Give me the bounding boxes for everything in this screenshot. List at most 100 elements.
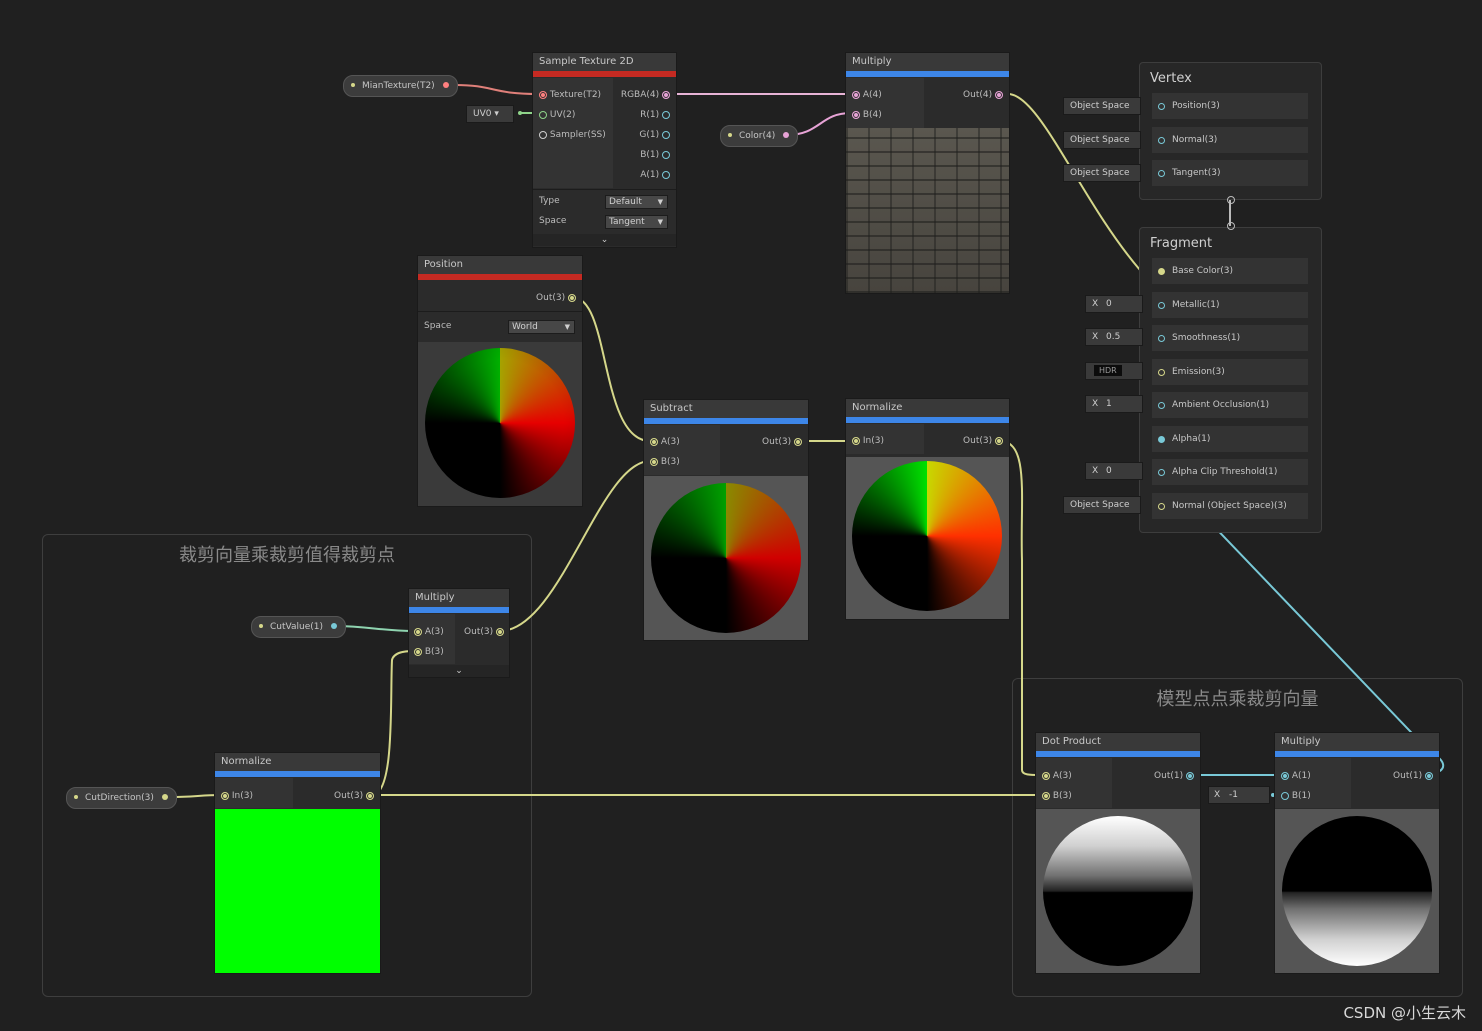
port-texture[interactable]: Texture(T2) — [539, 86, 601, 104]
node-multiply-top[interactable]: Multiply A(4) B(4) Out(4) — [845, 52, 1010, 294]
space-dropdown[interactable]: World ▼ — [508, 320, 575, 334]
vertex-position-block[interactable]: Position(3) — [1152, 93, 1308, 119]
node-title[interactable]: Subtract — [644, 400, 808, 418]
normal-space-field[interactable]: Object Space — [1063, 496, 1141, 514]
group-title[interactable]: 裁剪向量乘裁剪值得裁剪点 — [43, 541, 531, 567]
fragment-smoothness-block[interactable]: Smoothness(1) — [1152, 325, 1308, 351]
port-dot-icon[interactable] — [442, 82, 449, 88]
port-out[interactable]: Out(4) — [963, 86, 1003, 104]
port-rgba[interactable]: RGBA(4) — [621, 86, 670, 104]
vertex-normal-block[interactable]: Normal(3) — [1152, 127, 1308, 153]
port-dot-icon[interactable] — [161, 794, 168, 800]
smoothness-field[interactable]: X 0.5 — [1085, 328, 1143, 346]
node-title[interactable]: Normalize — [846, 399, 1009, 417]
port-out[interactable]: Out(1) — [1154, 767, 1194, 785]
port-a[interactable]: A(4) — [852, 86, 882, 104]
port-sampler[interactable]: Sampler(SS) — [539, 126, 606, 144]
x-label: X — [1092, 399, 1099, 409]
uv-dropdown[interactable]: UV0 ▾ — [466, 105, 514, 123]
vertex-tangent-block[interactable]: Tangent(3) — [1152, 160, 1308, 186]
port-in[interactable]: In(3) — [852, 432, 884, 450]
port-b[interactable]: B(1) — [640, 146, 670, 164]
watermark: CSDN @小生云木 — [1343, 1004, 1466, 1022]
node-sample-texture-2d[interactable]: Sample Texture 2D Texture(T2) UV(2) Samp… — [532, 52, 677, 248]
fragment-alphaclip-block[interactable]: Alpha Clip Threshold(1) — [1152, 459, 1308, 485]
emission-hdr-swatch[interactable]: HDR — [1094, 365, 1122, 376]
alpha-clip-value[interactable]: 0 — [1106, 463, 1112, 479]
node-title[interactable]: Multiply — [409, 589, 509, 607]
port-out[interactable]: Out(1) — [1393, 767, 1433, 785]
port-label: Normal (Object Space)(3) — [1172, 501, 1287, 511]
port-a[interactable]: A(3) — [414, 623, 444, 641]
metallic-value[interactable]: 0 — [1106, 296, 1112, 312]
chevron-down-icon: ▼ — [657, 218, 663, 226]
fragment-alpha-block[interactable]: Alpha(1) — [1152, 426, 1308, 452]
collapse-toggle-icon[interactable]: ⌄ — [409, 665, 509, 677]
multiply-b-value[interactable]: X -1 — [1208, 786, 1275, 804]
fragment-basecolor-block[interactable]: Base Color(3) — [1152, 258, 1308, 284]
space-dropdown[interactable]: Tangent ▼ — [605, 215, 668, 229]
property-color[interactable]: Color(4) — [720, 125, 799, 147]
property-main-texture[interactable]: MianTexture(T2) — [343, 75, 458, 97]
port-a[interactable]: A(3) — [650, 433, 680, 451]
port-b[interactable]: B(3) — [1042, 787, 1072, 805]
collapse-toggle-icon[interactable]: ⌄ — [533, 234, 676, 246]
port-b[interactable]: B(3) — [650, 453, 680, 471]
ao-value[interactable]: 1 — [1106, 396, 1112, 412]
node-title[interactable]: Dot Product — [1036, 733, 1200, 751]
port-dot-icon — [1158, 402, 1165, 409]
port-b[interactable]: B(1) — [1281, 787, 1311, 805]
port-label: R(1) — [640, 110, 660, 120]
vertex-normal-space[interactable]: Object Space — [1063, 131, 1141, 149]
node-position[interactable]: Position Out(3) Space World ▼ — [417, 255, 583, 507]
emission-field[interactable]: HDR — [1085, 362, 1143, 380]
port-g[interactable]: G(1) — [639, 126, 670, 144]
node-normalize-top[interactable]: Normalize In(3) Out(3) — [845, 398, 1010, 620]
fragment-emission-block[interactable]: Emission(3) — [1152, 359, 1308, 385]
port-out[interactable]: Out(3) — [762, 433, 802, 451]
fragment-normal-block[interactable]: Normal (Object Space)(3) — [1152, 493, 1308, 519]
vertex-tangent-space[interactable]: Object Space — [1063, 164, 1141, 182]
ao-field[interactable]: X 1 — [1085, 395, 1143, 413]
smoothness-value[interactable]: 0.5 — [1106, 329, 1120, 345]
port-dot-icon[interactable] — [783, 132, 790, 138]
port-a[interactable]: A(1) — [640, 166, 670, 184]
alpha-clip-field[interactable]: X 0 — [1085, 462, 1143, 480]
metallic-field[interactable]: X 0 — [1085, 295, 1143, 313]
port-b[interactable]: B(3) — [414, 643, 444, 661]
port-dot-icon[interactable] — [330, 623, 337, 629]
port-out[interactable]: Out(3) — [464, 623, 504, 641]
fragment-context[interactable]: Fragment Base Color(3) Metallic(1) Smoot… — [1139, 227, 1322, 533]
node-title[interactable]: Normalize — [215, 753, 380, 771]
property-cut-direction[interactable]: CutDirection(3) — [66, 787, 177, 809]
vertex-position-space[interactable]: Object Space — [1063, 97, 1141, 115]
port-b[interactable]: B(4) — [852, 106, 882, 124]
port-dot-icon — [1425, 771, 1433, 780]
fragment-metallic-block[interactable]: Metallic(1) — [1152, 292, 1308, 318]
port-uv[interactable]: UV(2) — [539, 106, 575, 124]
group-title[interactable]: 模型点点乘裁剪向量 — [1013, 685, 1462, 711]
node-title[interactable]: Position — [418, 256, 582, 274]
value[interactable]: -1 — [1229, 787, 1238, 803]
node-multiply-bottom[interactable]: Multiply A(1) B(1) Out(1) — [1274, 732, 1440, 974]
port-a[interactable]: A(1) — [1281, 767, 1311, 785]
port-in[interactable]: In(3) — [221, 787, 253, 805]
port-r[interactable]: R(1) — [640, 106, 670, 124]
port-a[interactable]: A(3) — [1042, 767, 1072, 785]
port-out[interactable]: Out(3) — [536, 289, 576, 307]
node-title[interactable]: Multiply — [1275, 733, 1439, 751]
node-title[interactable]: Sample Texture 2D — [533, 53, 676, 71]
node-title[interactable]: Multiply — [846, 53, 1009, 71]
port-out[interactable]: Out(3) — [334, 787, 374, 805]
property-cut-value[interactable]: CutValue(1) — [251, 616, 346, 638]
node-normalize-bottom[interactable]: Normalize In(3) Out(3) — [214, 752, 381, 974]
node-dot-product[interactable]: Dot Product A(3) B(3) Out(1) — [1035, 732, 1201, 974]
type-dropdown[interactable]: Default ▼ — [605, 195, 668, 209]
node-subtract[interactable]: Subtract A(3) B(3) Out(3) — [643, 399, 809, 641]
port-out[interactable]: Out(3) — [963, 432, 1003, 450]
node-multiply-cut[interactable]: Multiply A(3) B(3) Out(3) ⌄ — [408, 588, 510, 678]
node-accent-bar — [846, 417, 1009, 423]
vertex-context[interactable]: Vertex Position(3) Normal(3) Tangent(3) — [1139, 62, 1322, 200]
fragment-ao-block[interactable]: Ambient Occlusion(1) — [1152, 392, 1308, 418]
node-accent-bar — [1275, 751, 1439, 757]
